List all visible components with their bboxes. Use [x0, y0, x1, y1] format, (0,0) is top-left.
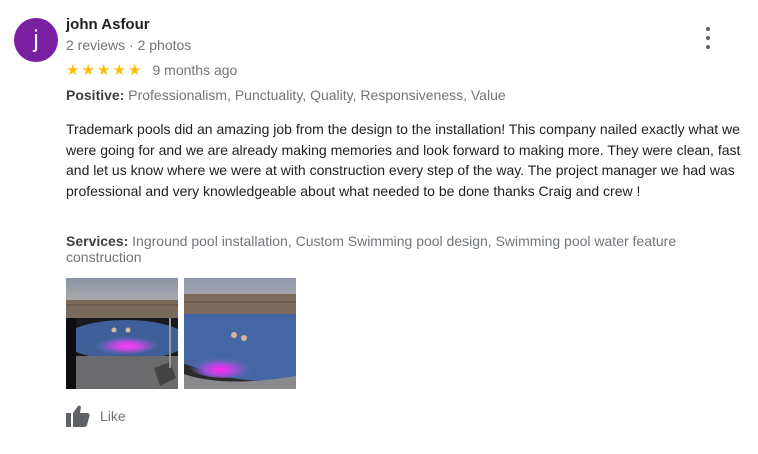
more-options-button[interactable]: [700, 27, 716, 49]
review-photo-1[interactable]: [66, 278, 178, 389]
star-rating: ★ ★ ★ ★ ★: [66, 61, 144, 79]
star-icon: ★: [128, 62, 142, 79]
author-meta: 2 reviews · 2 photos: [66, 37, 192, 53]
author-name[interactable]: john Asfour: [66, 16, 150, 33]
more-vert-icon: [706, 27, 710, 31]
like-button[interactable]: Like: [66, 405, 126, 427]
review-date: 9 months ago: [152, 62, 238, 78]
review-text: Trademark pools did an amazing job from …: [66, 121, 741, 199]
review-photo-2[interactable]: [184, 278, 296, 389]
pool-photo-night-2: [184, 278, 296, 389]
avatar[interactable]: j: [14, 18, 58, 62]
more-vert-icon-dot: [706, 45, 710, 49]
star-icon: ★: [112, 62, 126, 79]
services-value: Inground pool installation, Custom Swimm…: [66, 233, 677, 265]
services-label: Services:: [66, 233, 129, 249]
thumbs-up-icon: [66, 405, 90, 427]
pool-photo-night-1: [66, 278, 178, 389]
like-label: Like: [100, 408, 126, 424]
star-icon: ★: [66, 62, 80, 79]
star-icon: ★: [97, 62, 111, 79]
star-icon: ★: [81, 62, 95, 79]
positive-label: Positive:: [66, 87, 125, 103]
avatar-initial: j: [33, 26, 39, 53]
more-vert-icon-dot: [706, 36, 710, 40]
positive-attributes: Positive: Professionalism, Punctuality, …: [66, 87, 506, 103]
rating-row: ★ ★ ★ ★ ★ 9 months ago: [66, 61, 237, 79]
positive-value: Professionalism, Punctuality, Quality, R…: [128, 87, 506, 103]
services-attributes: Services: Inground pool installation, Cu…: [66, 233, 738, 265]
